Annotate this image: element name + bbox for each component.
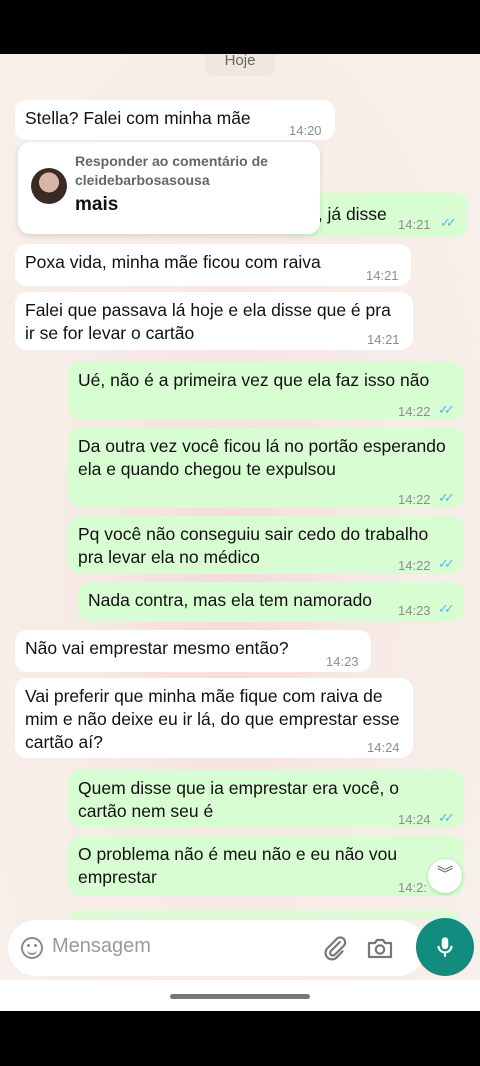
message-text: Ué, não é a primeira vez que ela faz iss…: [78, 370, 430, 390]
message-time: 14:22: [398, 558, 431, 573]
message-time: 14:24: [398, 812, 431, 827]
message-outgoing[interactable]: Ué, não é a primeira vez que ela faz iss…: [68, 362, 464, 420]
message-text: Vai preferir que minha mãe fique com rai…: [25, 686, 400, 752]
reply-text: mais: [75, 194, 119, 215]
message-time: 14:22: [398, 404, 431, 419]
reply-preview-card[interactable]: Responder ao comentário de cleidebarbosa…: [18, 142, 320, 234]
camera-icon[interactable]: [366, 935, 394, 961]
message-incoming[interactable]: Falei que passava lá hoje e ela disse qu…: [15, 292, 413, 350]
message-outgoing[interactable]: Da outra vez você ficou lá no portão esp…: [68, 428, 464, 508]
mic-icon: [437, 937, 453, 957]
message-incoming[interactable]: Não vai emprestar mesmo então? 14:23: [15, 630, 371, 672]
mic-button[interactable]: [416, 918, 474, 976]
message-time: 14:21: [398, 217, 431, 232]
message-incoming[interactable]: Stella? Falei com minha mãe 14:20: [15, 100, 335, 140]
read-ticks-icon: ✓✓: [438, 556, 455, 571]
reply-label: Responder ao comentário de cleidebarbosa…: [75, 153, 268, 188]
message-text: Não vai emprestar mesmo então?: [25, 638, 289, 658]
message-incoming[interactable]: Vai preferir que minha mãe fique com rai…: [15, 678, 413, 758]
read-ticks-icon: ✓✓: [440, 215, 457, 230]
message-time: 14:20: [289, 123, 322, 138]
message-text: Da outra vez você ficou lá no portão esp…: [78, 436, 446, 479]
message-time: 14:24: [367, 740, 400, 755]
message-outgoing[interactable]: Pq você não conseguiu sair cedo do traba…: [68, 516, 464, 574]
chevron-double-down-icon: ︾: [436, 866, 453, 883]
message-outgoing[interactable]: Nada contra, mas ela tem namorado 14:23 …: [78, 582, 464, 622]
message-time: 14:22: [398, 492, 431, 507]
message-outgoing[interactable]: O problema não é meu não e eu não vou em…: [68, 836, 464, 896]
message-input[interactable]: Mensagem: [52, 935, 151, 958]
chat-screen: Hoje Stella? Falei com minha mãe 14:20 o…: [0, 54, 480, 1011]
message-text: Poxa vida, minha mãe ficou com raiva: [25, 252, 321, 272]
attach-icon[interactable]: [322, 935, 348, 961]
system-nav-bar: [0, 980, 480, 1011]
avatar: [31, 168, 67, 204]
date-chip: Hoje: [205, 54, 275, 76]
scroll-down-button[interactable]: ︾: [428, 859, 462, 893]
message-time: 14:21: [367, 332, 400, 347]
message-text: Stella? Falei com minha mãe: [25, 108, 251, 128]
read-ticks-icon: ✓✓: [438, 601, 455, 616]
message-time: 14:23: [398, 603, 431, 618]
message-incoming[interactable]: Poxa vida, minha mãe ficou com raiva 14:…: [15, 244, 411, 286]
message-time: 14:23: [326, 654, 359, 669]
message-outgoing-partial: [68, 910, 460, 920]
message-text: Nada contra, mas ela tem namorado: [88, 590, 373, 610]
read-ticks-icon: ✓✓: [438, 810, 455, 825]
message-outgoing[interactable]: Quem disse que ia emprestar era você, o …: [68, 770, 464, 828]
emoji-icon[interactable]: [21, 937, 43, 959]
message-time: 14:21: [366, 268, 399, 283]
message-text: Falei que passava lá hoje e ela disse qu…: [25, 300, 391, 343]
message-text: O problema não é meu não e eu não vou em…: [78, 844, 398, 887]
read-ticks-icon: ✓✓: [438, 402, 455, 417]
message-text: Quem disse que ia emprestar era você, o …: [78, 778, 399, 821]
read-ticks-icon: ✓✓: [438, 490, 455, 505]
message-composer[interactable]: Mensagem: [8, 920, 426, 976]
message-time: 14:2:: [398, 880, 427, 895]
home-gesture-bar[interactable]: [170, 994, 310, 999]
